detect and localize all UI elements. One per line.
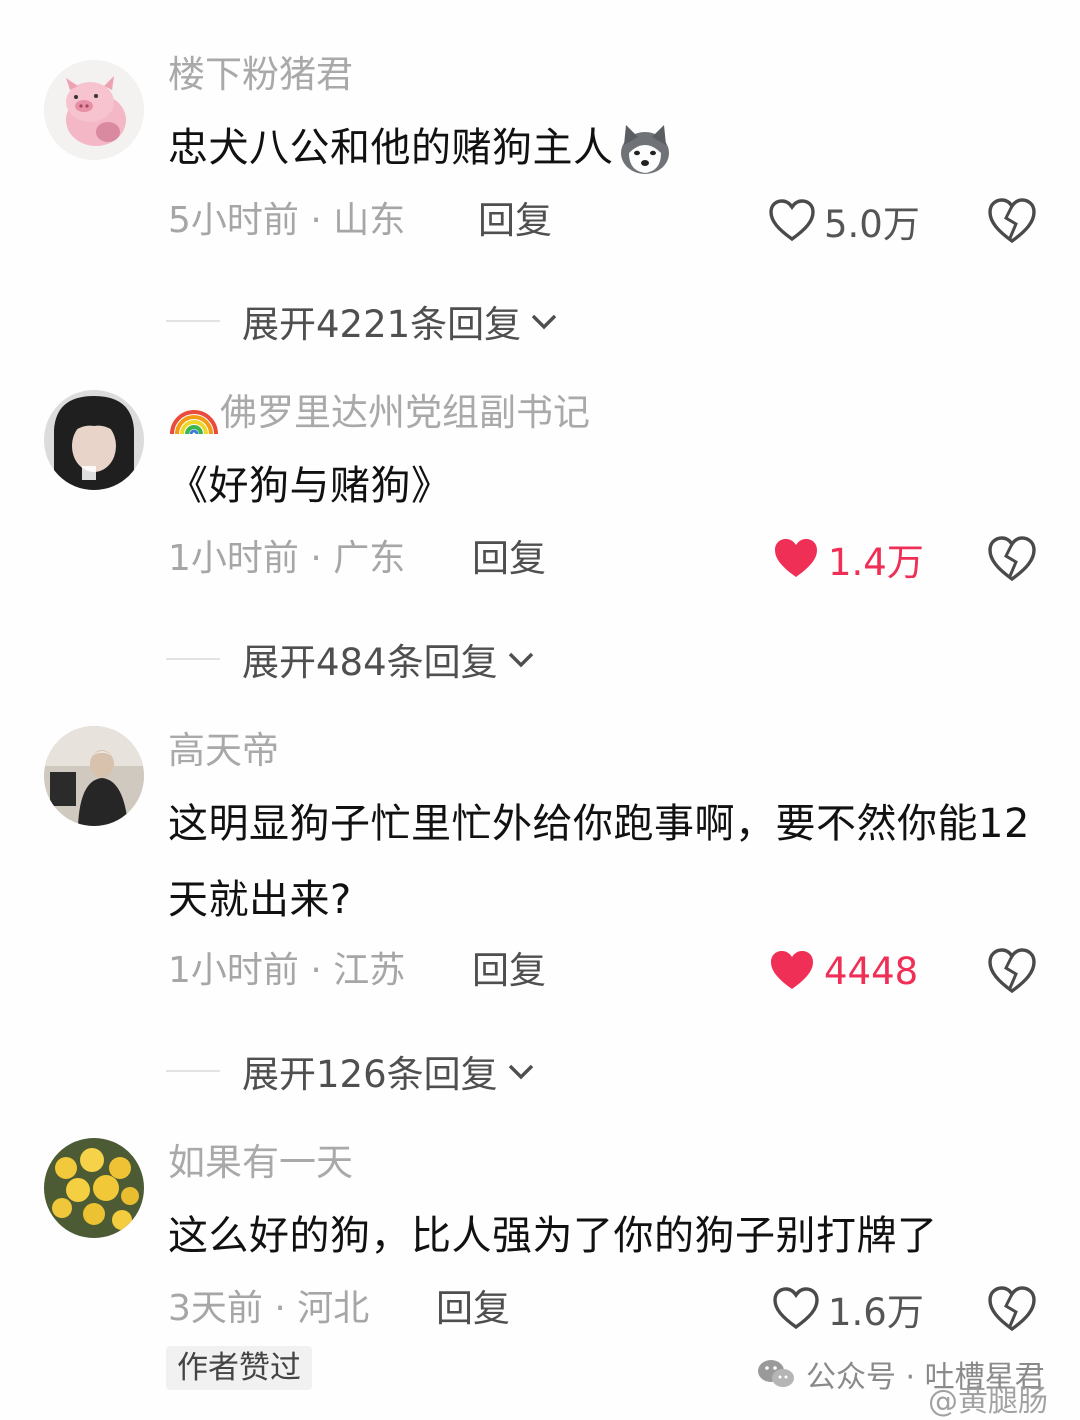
like-button[interactable]: 1.6万 [772, 1284, 924, 1334]
username[interactable]: 如果有一天 [168, 1140, 353, 1186]
time-location: 5小时前 · 山东 [168, 200, 406, 241]
avatar[interactable] [44, 1138, 144, 1238]
broken-heart-icon [988, 198, 1036, 244]
chevron-down-icon [531, 314, 557, 330]
like-count: 5.0万 [824, 203, 920, 246]
wechat-icon [758, 1360, 794, 1387]
husky-dog-emoji-icon [616, 123, 674, 177]
heart-filled-icon [775, 539, 817, 577]
time-location: 1小时前 · 江苏 [168, 950, 406, 991]
avatar[interactable] [44, 726, 144, 826]
heart-outline-icon [769, 199, 815, 242]
broken-heart-icon [988, 1286, 1036, 1332]
reply-button[interactable]: 回复 [472, 946, 546, 996]
dislike-button[interactable] [986, 534, 1038, 584]
rainbow-icon [168, 390, 220, 436]
dislike-button[interactable] [986, 1284, 1038, 1334]
avatar[interactable] [44, 390, 144, 490]
author-liked-badge: 作者赞过 [166, 1346, 312, 1390]
like-count: 1.6万 [828, 1291, 924, 1334]
reply-button[interactable]: 回复 [472, 534, 546, 584]
like-count: 4448 [824, 949, 919, 993]
comment-text: 《好狗与赌狗》 [168, 463, 452, 509]
reply-button[interactable]: 回复 [478, 196, 552, 246]
chevron-down-icon [508, 1064, 533, 1080]
like-button[interactable]: 4448 [768, 946, 918, 996]
person-avatar-icon [44, 390, 144, 490]
time-location: 1小时前 · 广东 [168, 538, 406, 579]
expand-replies-label: 展开126条回复 [242, 1053, 498, 1096]
username[interactable]: 佛罗里达州党组副书记 [168, 390, 590, 436]
expand-replies-button[interactable]: 展开126条回复 [166, 1046, 538, 1096]
chevron-down-icon [508, 652, 533, 668]
avatar[interactable] [44, 60, 144, 160]
username-text: 佛罗里达州党组副书记 [220, 391, 590, 434]
dislike-button[interactable] [986, 946, 1038, 996]
comment-text: 这么好的狗，比人强为了你的狗子别打牌了 [168, 1213, 938, 1259]
expand-replies-label: 展开484条回复 [242, 641, 498, 684]
expand-replies-button[interactable]: 展开484条回复 [166, 634, 538, 684]
username[interactable]: 楼下粉猪君 [168, 52, 353, 98]
heart-outline-icon [773, 1287, 819, 1330]
username[interactable]: 高天帝 [168, 728, 279, 774]
weibo-watermark: @黄腿肠 [928, 1384, 1048, 1419]
comment-text: 这明显狗子忙里忙外给你跑事啊，要不然你能12天就出来? [168, 801, 1030, 923]
broken-heart-icon [988, 536, 1036, 582]
person-avatar-icon [44, 726, 144, 826]
flowers-avatar-icon [44, 1138, 144, 1238]
reply-button[interactable]: 回复 [436, 1284, 510, 1334]
expand-replies-label: 展开4221条回复 [242, 303, 522, 346]
like-count: 1.4万 [828, 541, 924, 584]
dislike-button[interactable] [986, 196, 1038, 246]
heart-filled-icon [771, 951, 813, 989]
pig-avatar-icon [44, 60, 144, 160]
expand-replies-button[interactable]: 展开4221条回复 [166, 296, 561, 346]
like-button[interactable]: 5.0万 [768, 196, 920, 246]
comment-body: 忠犬八公和他的赌狗主人 [168, 125, 614, 171]
divider-line [166, 658, 220, 660]
comment-text: 忠犬八公和他的赌狗主人 [168, 110, 1048, 186]
broken-heart-icon [988, 948, 1036, 994]
divider-line [166, 1070, 220, 1072]
like-button[interactable]: 1.4万 [772, 534, 924, 584]
time-location: 3天前 · 河北 [168, 1288, 370, 1329]
divider-line [166, 320, 220, 322]
